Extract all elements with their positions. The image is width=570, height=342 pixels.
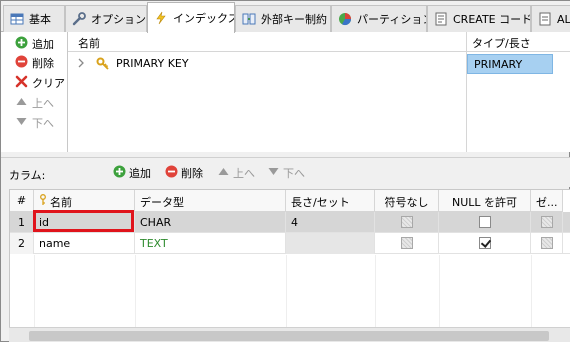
index-actions: 追加 削除 クリア 上へ 下へ: [1, 32, 67, 152]
foreign-key-icon: [242, 12, 256, 26]
table-editor-window: 基本 オプション インデックス 外部キー制約 パーティション CREATE コー…: [0, 0, 570, 342]
tab-label: CREATE コード: [453, 13, 531, 26]
unsigned-checkbox[interactable]: [400, 237, 413, 249]
tab-foreign-keys[interactable]: 外部キー制約: [235, 5, 331, 32]
unsigned-checkbox[interactable]: [400, 216, 413, 228]
columns-label: カラム:: [9, 169, 46, 182]
wrench-icon: [72, 12, 86, 26]
tab-bar: 基本 オプション インデックス 外部キー制約 パーティション CREATE コー…: [1, 1, 570, 33]
index-tree-grid[interactable]: 名前 タイプ/長さ PRIMARY KEY PRIMARY: [67, 32, 570, 152]
column-datatype-cell[interactable]: CHAR: [135, 212, 286, 233]
unsigned-cell[interactable]: [375, 212, 439, 233]
header-name[interactable]: 名前: [34, 190, 135, 212]
column-datatype-cell[interactable]: TEXT: [135, 233, 286, 254]
column-length-cell[interactable]: 4: [286, 212, 375, 233]
column-name-cell[interactable]: id: [34, 212, 135, 233]
columns-grid[interactable]: # 名前 データ型 長さ/セット 符号なし NULL を許可 ゼ... 1 id…: [9, 189, 570, 342]
chevron-right-icon[interactable]: [76, 57, 86, 72]
header-row-number: #: [10, 190, 34, 212]
tab-options[interactable]: オプション: [65, 5, 147, 32]
triangle-down-icon: [15, 115, 28, 131]
partition-icon: [338, 12, 352, 26]
tab-label: パーティション: [357, 13, 427, 26]
allow-null-checkbox[interactable]: [478, 237, 491, 249]
unsigned-cell[interactable]: [375, 233, 439, 254]
header-zerofill[interactable]: ゼ...: [531, 190, 563, 212]
key-icon: [96, 57, 110, 74]
allow-null-checkbox[interactable]: [478, 216, 491, 228]
key-icon: [39, 194, 47, 209]
index-clear-button[interactable]: クリア: [15, 74, 65, 92]
index-move-down-button[interactable]: 下へ: [15, 114, 54, 132]
tab-label: インデックス: [173, 12, 235, 25]
index-add-button[interactable]: 追加: [15, 35, 54, 53]
tab-partitions[interactable]: パーティション: [331, 5, 427, 32]
column-move-down-button[interactable]: 下へ: [267, 165, 305, 181]
index-grid-header: 名前 タイプ/長さ: [68, 32, 570, 52]
index-type-cell[interactable]: PRIMARY: [467, 54, 553, 74]
clear-x-icon: [15, 75, 28, 91]
column-name-cell[interactable]: name: [34, 233, 135, 254]
tab-create-code[interactable]: CREATE コード: [427, 5, 531, 32]
header-length[interactable]: 長さ/セット: [286, 190, 375, 212]
table-row[interactable]: 2 name TEXT: [10, 233, 570, 254]
row-number: 2: [10, 233, 34, 254]
column-move-up-button[interactable]: 上へ: [217, 165, 255, 181]
scrollbar-thumb[interactable]: [29, 331, 549, 341]
zerofill-checkbox[interactable]: [540, 237, 553, 249]
triangle-up-icon: [217, 165, 230, 181]
allow-null-cell[interactable]: [439, 233, 531, 254]
triangle-up-icon: [15, 95, 28, 111]
index-name: PRIMARY KEY: [116, 57, 189, 70]
row-number: 1: [10, 212, 34, 233]
header-unsigned[interactable]: 符号なし: [375, 190, 439, 212]
tab-alter[interactable]: AL: [531, 5, 570, 32]
header-datatype[interactable]: データ型: [135, 190, 286, 212]
index-row-primary[interactable]: PRIMARY KEY PRIMARY: [68, 54, 570, 74]
zerofill-cell[interactable]: [531, 212, 563, 233]
tab-label: 外部キー制約: [261, 13, 327, 26]
zerofill-cell[interactable]: [531, 233, 563, 254]
column-delete-button[interactable]: 削除: [165, 165, 203, 181]
table-row[interactable]: 1 id CHAR 4: [10, 212, 570, 233]
add-icon: [113, 165, 126, 181]
code-icon: [434, 12, 448, 26]
header-name: 名前: [78, 37, 100, 50]
header-type-length: タイプ/長さ: [472, 37, 531, 50]
table-icon: [10, 12, 24, 26]
header-allow-null[interactable]: NULL を許可: [439, 190, 531, 212]
columns-toolbar: カラム: 追加 削除 上へ 下へ: [1, 157, 570, 187]
horizontal-scrollbar[interactable]: [9, 327, 570, 342]
index-delete-button[interactable]: 削除: [15, 54, 54, 72]
remove-icon: [165, 165, 178, 181]
lightning-icon: [154, 11, 168, 25]
zerofill-checkbox[interactable]: [540, 216, 553, 228]
tab-indexes[interactable]: インデックス: [147, 2, 235, 33]
remove-icon: [15, 55, 28, 71]
column-add-button[interactable]: 追加: [113, 165, 151, 181]
tab-label: オプション: [91, 13, 146, 26]
add-icon: [15, 36, 28, 52]
alter-icon: [538, 12, 552, 26]
index-panel: 追加 削除 クリア 上へ 下へ 名前 タイプ/長さ PRIMARY KEY PR…: [1, 32, 570, 152]
index-move-up-button[interactable]: 上へ: [15, 94, 54, 112]
tab-basic[interactable]: 基本: [3, 5, 65, 32]
column-length-cell[interactable]: [286, 233, 375, 254]
triangle-down-icon: [267, 165, 280, 181]
allow-null-cell[interactable]: [439, 212, 531, 233]
tab-label: 基本: [29, 13, 51, 26]
tab-label: AL: [557, 12, 570, 26]
